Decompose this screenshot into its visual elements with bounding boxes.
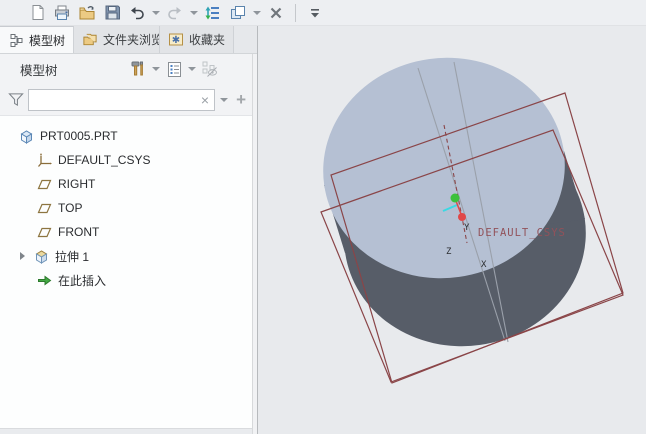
quick-access-toolbar xyxy=(0,0,646,26)
tree-item-label: DEFAULT_CSYS xyxy=(58,153,150,167)
clear-search-icon[interactable]: × xyxy=(196,93,214,107)
tree-item-label: RIGHT xyxy=(58,177,95,191)
graphics-viewport[interactable]: Y Z X DEFAULT_CSYS xyxy=(258,26,646,434)
extrude-icon xyxy=(33,248,49,264)
folders-icon xyxy=(82,32,98,48)
insert-here-icon xyxy=(36,272,52,288)
tab-favorites[interactable]: ✱ 收藏夹 xyxy=(160,26,234,53)
navigator-panel: 模型树 文件夹浏览器 ✱ 收藏夹 模型树 xyxy=(0,26,258,434)
tab-folder-browser-label: 文件夹浏览器 xyxy=(103,31,160,48)
datum-plane-icon xyxy=(36,176,52,192)
csys-origin-point xyxy=(451,194,460,203)
toolbar-overflow-icon[interactable] xyxy=(304,2,326,24)
tree-search-wrap: × xyxy=(28,89,215,111)
tree-item-label: 在此插入 xyxy=(58,272,106,289)
toolbar-separator xyxy=(295,4,296,22)
search-dropdown-icon[interactable] xyxy=(220,98,228,102)
tree-settings-icon[interactable] xyxy=(163,58,185,80)
axis-label-x: X xyxy=(481,260,487,270)
tree-item-label: FRONT xyxy=(58,225,99,239)
tree-item-label: PRT0005.PRT xyxy=(40,129,118,143)
tab-model-tree[interactable]: 模型树 xyxy=(0,26,74,53)
tree-item-label: TOP xyxy=(58,201,82,215)
new-file-icon[interactable] xyxy=(26,2,48,24)
csys-icon xyxy=(36,152,52,168)
add-filter-icon[interactable]: + xyxy=(233,91,249,108)
panel-bottom-strip xyxy=(0,428,257,434)
model-canvas: Y Z X DEFAULT_CSYS xyxy=(258,26,646,434)
tree-tools-icon[interactable] xyxy=(127,58,149,80)
windows-dropdown-icon[interactable] xyxy=(253,11,261,15)
model-tree-header: 模型树 xyxy=(0,54,257,84)
redo-dropdown-icon[interactable] xyxy=(190,11,198,15)
svg-text:✱: ✱ xyxy=(172,35,180,46)
axis-label-y: Y xyxy=(464,223,470,233)
expand-arrow-icon[interactable] xyxy=(20,252,25,260)
main-area: 模型树 文件夹浏览器 ✱ 收藏夹 模型树 xyxy=(0,26,646,434)
axis-label-z: Z xyxy=(446,247,452,257)
navigator-tabbar: 模型树 文件夹浏览器 ✱ 收藏夹 xyxy=(0,26,257,54)
tree-tools-dropdown-icon[interactable] xyxy=(152,67,160,71)
tree-item-right-plane[interactable]: RIGHT xyxy=(0,172,257,196)
tree-item-top-plane[interactable]: TOP xyxy=(0,196,257,220)
model-tree-title: 模型树 xyxy=(20,60,58,79)
save-icon[interactable] xyxy=(101,2,123,24)
tree-search-input[interactable] xyxy=(29,91,196,109)
tree-item-label: 拉伸 1 xyxy=(55,248,89,265)
undo-dropdown-icon[interactable] xyxy=(152,11,160,15)
datum-plane-icon xyxy=(36,200,52,216)
open-icon[interactable] xyxy=(76,2,98,24)
csys-y-point xyxy=(458,213,466,221)
windows-icon[interactable] xyxy=(227,2,249,24)
part-icon xyxy=(18,128,34,144)
close-icon[interactable] xyxy=(265,2,287,24)
undo-icon[interactable] xyxy=(126,2,148,24)
datum-plane-icon xyxy=(36,224,52,240)
tree-item-default-csys[interactable]: DEFAULT_CSYS xyxy=(0,148,257,172)
favorites-icon: ✱ xyxy=(168,32,184,48)
tab-model-tree-label: 模型树 xyxy=(29,32,65,49)
model-tree: PRT0005.PRT DEFAULT_CSYS RIGHT xyxy=(0,116,257,428)
csys-name-label[interactable]: DEFAULT_CSYS xyxy=(478,227,566,239)
tree-item-part[interactable]: PRT0005.PRT xyxy=(0,124,257,148)
filter-funnel-icon[interactable] xyxy=(8,92,24,108)
tab-folder-browser[interactable]: 文件夹浏览器 xyxy=(74,26,160,53)
print-icon[interactable] xyxy=(51,2,73,24)
redo-icon[interactable] xyxy=(164,2,186,24)
tree-item-front-plane[interactable]: FRONT xyxy=(0,220,257,244)
model-tree-icon xyxy=(8,32,24,48)
tree-hide-items-icon xyxy=(199,58,221,80)
tab-favorites-label: 收藏夹 xyxy=(189,31,225,48)
app-window: 模型树 文件夹浏览器 ✱ 收藏夹 模型树 xyxy=(0,0,646,434)
tree-scrollbar[interactable] xyxy=(252,54,257,434)
tree-item-insert-here[interactable]: 在此插入 xyxy=(0,268,257,292)
tree-filter-row: × + xyxy=(0,84,257,116)
tree-item-extrude[interactable]: 拉伸 1 xyxy=(0,244,257,268)
tree-settings-dropdown-icon[interactable] xyxy=(188,67,196,71)
regenerate-icon[interactable] xyxy=(202,2,224,24)
